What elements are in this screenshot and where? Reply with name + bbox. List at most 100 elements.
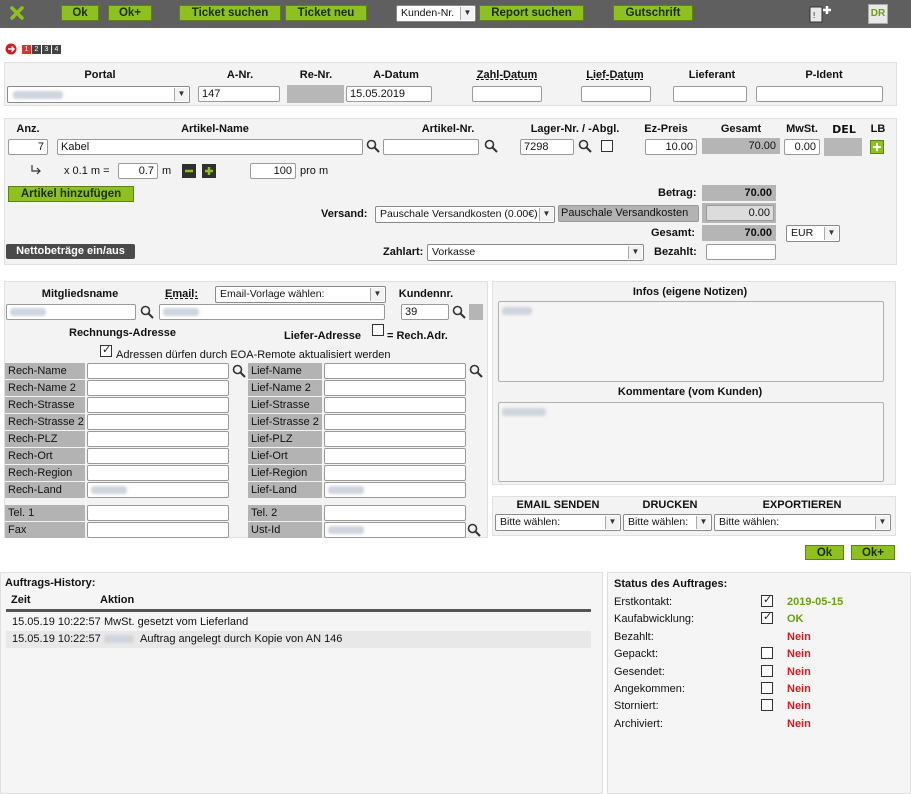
print-select[interactable]: Bitte wählen: ▼: [623, 514, 712, 531]
customer-search-select[interactable]: Kunden-Nr. ▼: [396, 5, 476, 22]
delivery-field-input[interactable]: [324, 414, 466, 430]
search-icon[interactable]: [578, 139, 592, 153]
report-search-button[interactable]: Report suchen: [479, 5, 584, 21]
quantity-input[interactable]: 7: [8, 139, 48, 155]
order-date-input[interactable]: 15.05.2019: [346, 86, 432, 102]
ok-plus-bottom-button[interactable]: Ok+: [851, 545, 895, 560]
add-article-button[interactable]: Artikel hinzufügen: [8, 186, 134, 202]
billing-field-label: Rech-Strasse: [5, 397, 85, 413]
portal-select[interactable]: ▼: [7, 86, 190, 103]
chevron-down-icon: ▼: [539, 208, 553, 221]
search-icon[interactable]: [469, 364, 483, 378]
status-checkbox[interactable]: [761, 682, 773, 694]
ok-bottom-button[interactable]: Ok: [805, 545, 844, 560]
delivery-field-input[interactable]: [324, 397, 466, 413]
billing-field-input[interactable]: [87, 465, 229, 481]
top-toolbar: Ok Ok+ Ticket suchen Ticket neu Kunden-N…: [0, 0, 911, 28]
supplier-input[interactable]: [673, 86, 747, 102]
export-select[interactable]: Bitte wählen: ▼: [714, 514, 891, 531]
ticket-search-button[interactable]: Ticket suchen: [179, 5, 281, 21]
shipping-select[interactable]: Pauschale Versandkosten (0.00€) ▼: [375, 206, 555, 223]
order-number-input[interactable]: 147: [198, 86, 280, 102]
col-del: DEL: [832, 123, 856, 136]
billing-field-input[interactable]: [87, 363, 229, 379]
payment-method-select[interactable]: Vorkasse ▼: [427, 244, 644, 261]
stock-number-input[interactable]: 7298: [520, 139, 574, 155]
unit-value-input[interactable]: 0.7: [118, 163, 158, 179]
line-total: 70.00: [702, 138, 780, 154]
ok-plus-button[interactable]: Ok+: [108, 5, 152, 21]
per-unit-input[interactable]: 100: [250, 163, 296, 179]
tel1-input[interactable]: [87, 505, 229, 521]
delivery-field-input[interactable]: [324, 482, 466, 498]
email-template-select[interactable]: Email-Vorlage wählen: ▼: [215, 286, 386, 303]
email-send-select[interactable]: Bitte wählen: ▼: [495, 514, 621, 531]
page-tab-1[interactable]: 1: [22, 45, 31, 54]
delivery-field-input[interactable]: [324, 380, 466, 396]
col-lief-datum[interactable]: Lief-Datum: [572, 69, 658, 81]
col-zahl-datum[interactable]: Zahl-Datum: [462, 69, 552, 81]
currency-select[interactable]: EUR ▼: [786, 225, 840, 242]
search-icon[interactable]: [452, 305, 466, 319]
tel2-input[interactable]: [324, 505, 466, 521]
customer-number-input[interactable]: 39: [401, 304, 449, 320]
delivery-field-input[interactable]: [324, 363, 466, 379]
delivery-date-input[interactable]: [581, 86, 651, 102]
status-checkbox[interactable]: [761, 664, 773, 677]
close-icon[interactable]: [10, 6, 24, 20]
search-icon[interactable]: [232, 364, 246, 378]
total-label: Gesamt:: [651, 227, 696, 239]
billing-field-input[interactable]: [87, 414, 229, 430]
delivery-field-input[interactable]: [324, 431, 466, 447]
tel2-label: Tel. 2: [248, 505, 322, 521]
search-icon[interactable]: [140, 305, 154, 319]
vat-id-input[interactable]: [324, 522, 466, 538]
page-tab-3[interactable]: 3: [42, 45, 51, 54]
search-icon[interactable]: [366, 139, 380, 153]
stock-sync-checkbox[interactable]: [601, 140, 613, 152]
minus-icon[interactable]: [182, 164, 196, 178]
payment-date-input[interactable]: [472, 86, 542, 102]
billing-field-input[interactable]: [87, 482, 229, 498]
email-input[interactable]: [159, 304, 385, 320]
ticket-new-button[interactable]: Ticket neu: [285, 5, 367, 21]
email-label[interactable]: Email:: [165, 288, 198, 300]
delivery-field-input[interactable]: [324, 465, 466, 481]
article-name-input[interactable]: Kabel: [57, 139, 363, 155]
arrow-right-circle-icon[interactable]: [5, 43, 17, 55]
billing-field-input[interactable]: [87, 397, 229, 413]
paid-input[interactable]: [706, 244, 776, 260]
col-artikel-nr: Artikel-Nr.: [421, 123, 475, 135]
comments-textarea[interactable]: [498, 402, 884, 482]
member-name-input[interactable]: [6, 304, 136, 320]
delivery-field-input[interactable]: [324, 448, 466, 464]
billing-field-input[interactable]: [87, 431, 229, 447]
page-tab-2[interactable]: 2: [32, 45, 41, 54]
member-name-label: Mitgliedsname: [41, 288, 119, 300]
net-toggle-button[interactable]: Nettobeträge ein/aus: [6, 244, 135, 259]
shipping-cost-input[interactable]: 0.00: [706, 205, 774, 221]
plus-icon[interactable]: [202, 164, 216, 178]
status-checkbox[interactable]: [761, 610, 773, 625]
status-checkbox[interactable]: [761, 647, 773, 660]
ok-button[interactable]: Ok: [61, 5, 99, 21]
billing-field-input[interactable]: [87, 448, 229, 464]
remote-update-checkbox[interactable]: [100, 343, 112, 357]
unit-price-input[interactable]: 10.00: [645, 139, 697, 155]
page-tab-4[interactable]: 4: [52, 45, 61, 54]
p-ident-input[interactable]: [756, 86, 883, 102]
status-checkbox[interactable]: [761, 593, 773, 607]
infos-textarea[interactable]: [498, 301, 884, 382]
vat-input[interactable]: 0.00: [784, 139, 820, 155]
article-number-input[interactable]: [383, 139, 479, 155]
search-icon[interactable]: [484, 139, 498, 153]
credit-note-button[interactable]: Gutschrift: [613, 5, 693, 21]
search-icon[interactable]: [467, 523, 481, 537]
billing-field-input[interactable]: [87, 380, 229, 396]
add-document-icon[interactable]: !: [808, 4, 832, 24]
same-address-checkbox[interactable]: [372, 324, 384, 336]
fax-input[interactable]: [87, 522, 229, 538]
dr-badge[interactable]: DR: [868, 4, 888, 24]
status-checkbox[interactable]: [761, 699, 773, 712]
add-line-icon[interactable]: [870, 140, 884, 154]
